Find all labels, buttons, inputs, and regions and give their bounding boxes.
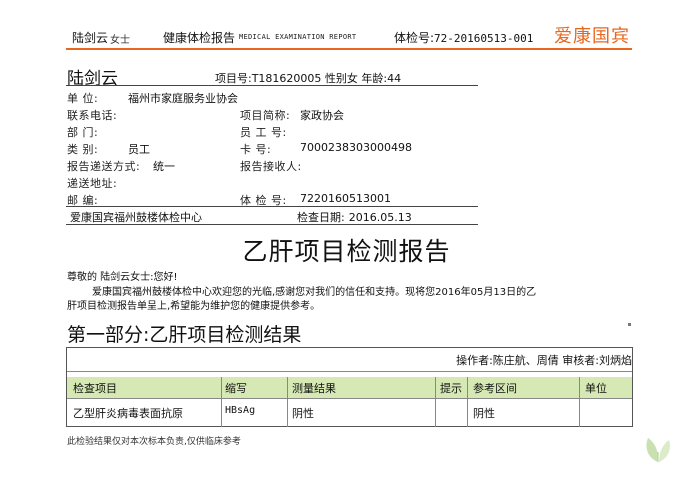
- leaf-logo-icon: [638, 428, 678, 468]
- table-header-row: [67, 377, 632, 398]
- fields-divider: [66, 206, 478, 207]
- cell-range: 阴性: [473, 407, 495, 420]
- cell-item: 乙型肝炎病毒表面抗原: [73, 407, 183, 420]
- col-header-range: 参考区间: [473, 382, 517, 395]
- section-marker: [628, 323, 631, 326]
- table-header-divider: [67, 398, 632, 399]
- exam-date: 检查日期: 2016.05.13: [297, 209, 412, 225]
- col-header-abbr: 缩写: [225, 382, 247, 395]
- table-col-divider: [467, 377, 468, 427]
- emp-no-label: 员 工 号:: [240, 126, 287, 139]
- report-title: 乙肝项目检测报告: [242, 237, 451, 266]
- patient-divider: [66, 85, 478, 86]
- receiver-label: 报告接收人:: [240, 160, 302, 173]
- card-value: 7000238303000498: [300, 141, 412, 154]
- operators-line: 操作者:陈庄航、周倩 审核者:刘炳焰: [456, 354, 632, 367]
- header-report-title-en: MEDICAL EXAMINATION REPORT: [239, 33, 357, 41]
- exam-center-name: 爱康国宾福州鼓楼体检中心: [70, 211, 202, 224]
- table-ops-divider: [67, 371, 632, 372]
- header-patient-name: 陆剑云: [72, 31, 109, 45]
- delivery-label: 报告递送方式:: [67, 160, 141, 173]
- intro-text-line-1: 爱康国宾福州鼓楼体检中心欢迎您的光临,感谢您对我们的信任和支持。现将您2016年…: [92, 287, 537, 298]
- section-title: 第一部分:乙肝项目检测结果: [67, 324, 302, 346]
- header-divider: [66, 48, 632, 50]
- intro-text-line-2: 肝项目检测报告单呈上,希望能为维护您的健康提供参考。: [67, 301, 321, 312]
- center-divider: [66, 224, 478, 225]
- col-header-item: 检查项目: [73, 382, 117, 395]
- project-abbr-label: 项目简称:: [240, 109, 291, 122]
- col-header-hint: 提示: [440, 382, 462, 395]
- header-exam-no-value: 72-20160513-001: [434, 32, 534, 45]
- unit-value: 福州市家庭服务业协会: [128, 92, 238, 105]
- cell-abbr: HBsAg: [225, 405, 256, 416]
- exam-date-label: 检查日期:: [297, 211, 345, 224]
- col-header-result: 测量结果: [292, 382, 336, 395]
- table-col-divider: [435, 377, 436, 427]
- footer-note: 此检验结果仅对本次标本负责,仅供临床参考: [67, 437, 241, 447]
- header-exam-no-label: 体检号:: [394, 31, 435, 45]
- table-col-divider: [287, 377, 288, 427]
- unit-label: 单 位:: [67, 92, 99, 105]
- address-label: 递送地址:: [67, 177, 118, 190]
- table-col-divider: [221, 377, 222, 427]
- header-report-title: 健康体检报告: [163, 31, 236, 45]
- cell-result: 阴性: [292, 407, 314, 420]
- category-label: 类 别:: [67, 143, 99, 156]
- dept-label: 部 门:: [67, 126, 99, 139]
- patient-info: 项目号:T181620005 性别女 年龄:44: [215, 72, 402, 85]
- header-title-suffix: 女士: [110, 35, 130, 46]
- brand-logo-text: 爱康国宾: [554, 26, 630, 47]
- exam-date-value: 2016.05.13: [348, 211, 412, 224]
- exam-no-value: 7220160513001: [300, 192, 391, 205]
- delivery-value: 统一: [153, 160, 175, 173]
- category-value: 员工: [128, 143, 150, 156]
- project-abbr-value: 家政协会: [300, 109, 344, 122]
- card-label: 卡 号:: [240, 143, 272, 156]
- header-exam-number: 体检号:72-20160513-001: [394, 29, 533, 46]
- table-col-divider: [579, 377, 580, 427]
- greeting-text: 尊敬的 陆剑云女士:您好!: [67, 272, 178, 283]
- col-header-unit: 单位: [585, 382, 607, 395]
- phone-label: 联系电话:: [67, 109, 118, 122]
